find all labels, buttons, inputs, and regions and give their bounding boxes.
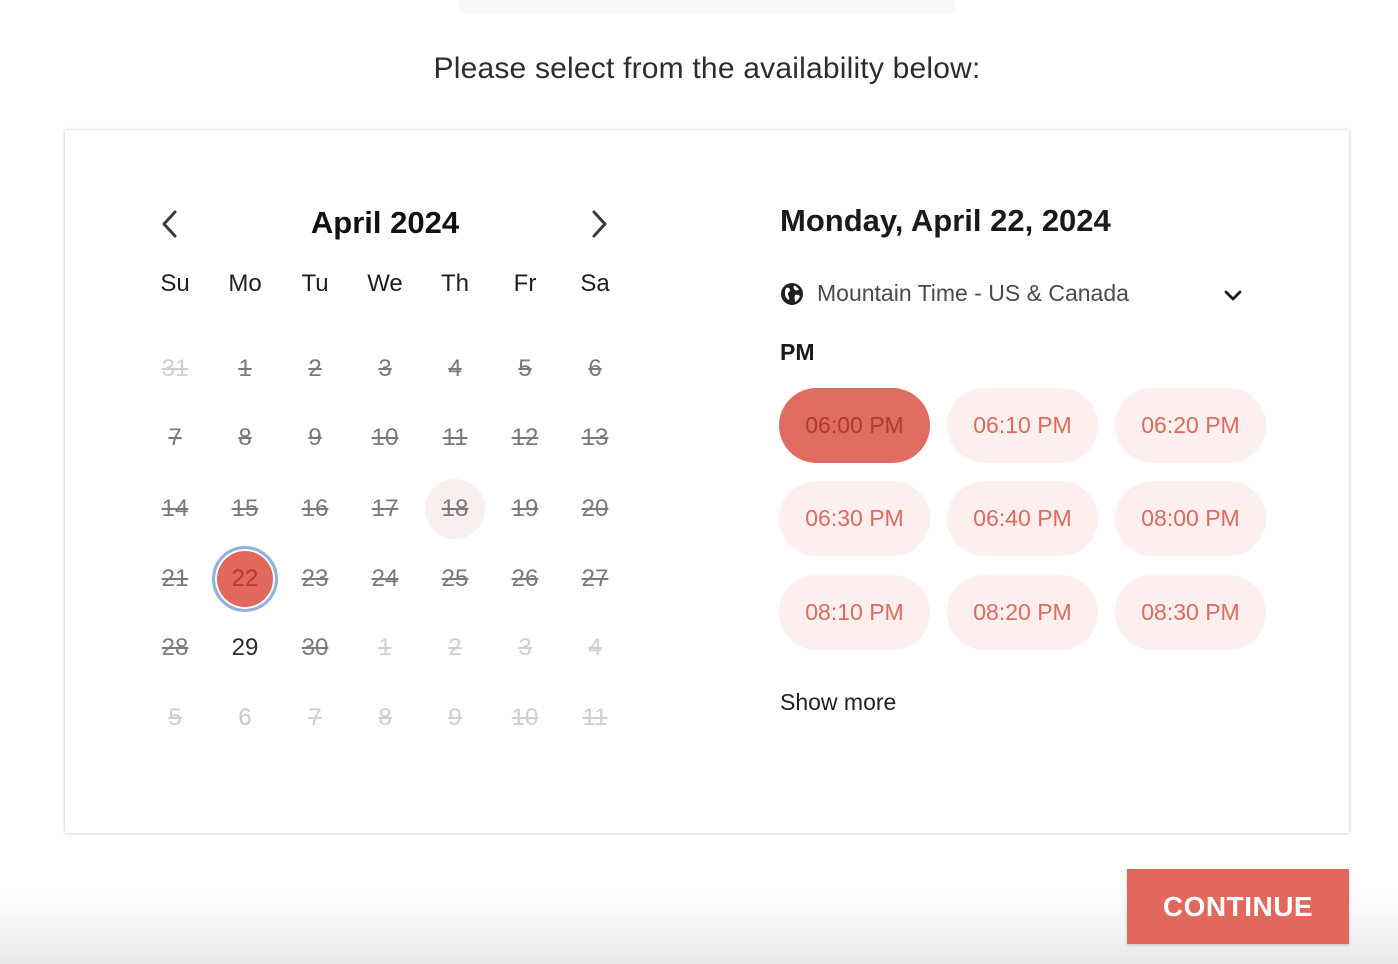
calendar-day: 5 bbox=[518, 355, 532, 382]
calendar-day: 30 bbox=[301, 634, 329, 661]
weekday-label: Su bbox=[160, 270, 190, 297]
time-slot[interactable]: 08:20 PM bbox=[947, 575, 1098, 650]
weekday-label: Tu bbox=[301, 270, 329, 297]
calendar-day: 25 bbox=[441, 565, 469, 592]
calendar-day: 1 bbox=[378, 634, 392, 661]
calendar-day: 4 bbox=[588, 634, 602, 661]
calendar-day: 8 bbox=[378, 704, 392, 731]
calendar-day: 4 bbox=[448, 355, 462, 382]
time-slot[interactable]: 08:00 PM bbox=[1115, 481, 1266, 556]
calendar-day: 24 bbox=[371, 565, 399, 592]
calendar-day: 10 bbox=[371, 424, 399, 451]
time-slot[interactable]: 08:10 PM bbox=[779, 575, 930, 650]
chevron-right-icon bbox=[592, 210, 607, 238]
calendar-day: 16 bbox=[301, 495, 329, 522]
calendar-day: 7 bbox=[168, 424, 182, 451]
globe-icon bbox=[781, 283, 803, 305]
calendar-day: 5 bbox=[168, 704, 182, 731]
calendar-day: 15 bbox=[231, 495, 259, 522]
time-slot-selected[interactable]: 06:00 PM bbox=[779, 388, 930, 463]
weekday-label: Sa bbox=[580, 270, 610, 297]
calendar-day: 9 bbox=[308, 424, 322, 451]
calendar-day: 20 bbox=[581, 495, 609, 522]
calendar-day: 7 bbox=[308, 704, 322, 731]
calendar-day: 27 bbox=[581, 565, 609, 592]
calendar-day: 31 bbox=[161, 355, 189, 382]
calendar-header: April 2024 bbox=[150, 203, 620, 247]
time-slot[interactable]: 06:40 PM bbox=[947, 481, 1098, 556]
continue-button[interactable]: CONTINUE bbox=[1127, 869, 1349, 944]
calendar-day: 19 bbox=[511, 495, 539, 522]
calendar-day-selected[interactable]: 22 bbox=[212, 546, 278, 612]
timezone-select[interactable]: Mountain Time - US & Canada bbox=[780, 277, 1250, 311]
calendar-day: 3 bbox=[378, 355, 392, 382]
time-slot[interactable]: 06:30 PM bbox=[779, 481, 930, 556]
calendar-day: 11 bbox=[442, 424, 468, 451]
availability-prompt: Please select from the availability belo… bbox=[433, 52, 981, 85]
calendar-day: 10 bbox=[511, 704, 539, 731]
calendar-day: 2 bbox=[448, 634, 462, 661]
time-slot[interactable]: 06:20 PM bbox=[1115, 388, 1266, 463]
calendar-day: 11 bbox=[582, 704, 608, 731]
calendar-day: 26 bbox=[511, 565, 539, 592]
show-more-link[interactable]: Show more bbox=[780, 689, 896, 716]
calendar-day: 3 bbox=[518, 634, 532, 661]
calendar-day: 2 bbox=[308, 355, 322, 382]
calendar-day: 1 bbox=[238, 355, 252, 382]
chevron-down-icon bbox=[1224, 290, 1242, 301]
calendar-day[interactable]: 29 bbox=[215, 618, 275, 678]
time-slot[interactable]: 06:10 PM bbox=[947, 388, 1098, 463]
calendar-day: 8 bbox=[238, 424, 252, 451]
weekday-label: We bbox=[367, 270, 403, 297]
calendar-day: 17 bbox=[371, 495, 399, 522]
weekday-label: Fr bbox=[513, 270, 537, 297]
next-month-button[interactable] bbox=[584, 206, 614, 242]
calendar-day: 6 bbox=[588, 355, 602, 382]
weekday-label: Th bbox=[440, 270, 469, 297]
calendar-day: 21 bbox=[161, 565, 189, 592]
calendar-day: 28 bbox=[161, 634, 189, 661]
calendar-day: 9 bbox=[448, 704, 462, 731]
period-label: PM bbox=[780, 339, 815, 365]
calendar-day: 12 bbox=[511, 424, 539, 451]
month-title: April 2024 bbox=[310, 205, 460, 240]
weekday-label: Mo bbox=[228, 270, 262, 297]
timezone-label: Mountain Time - US & Canada bbox=[817, 280, 1129, 306]
top-bar-stub bbox=[459, 0, 955, 13]
calendar-day: 18 bbox=[425, 479, 485, 539]
selected-date-title: Monday, April 22, 2024 bbox=[780, 203, 1111, 238]
time-slot[interactable]: 08:30 PM bbox=[1115, 575, 1266, 650]
calendar-day: 23 bbox=[301, 565, 329, 592]
calendar-day: 13 bbox=[581, 424, 609, 451]
calendar-day: 6 bbox=[238, 704, 252, 731]
calendar-day: 14 bbox=[161, 495, 189, 522]
